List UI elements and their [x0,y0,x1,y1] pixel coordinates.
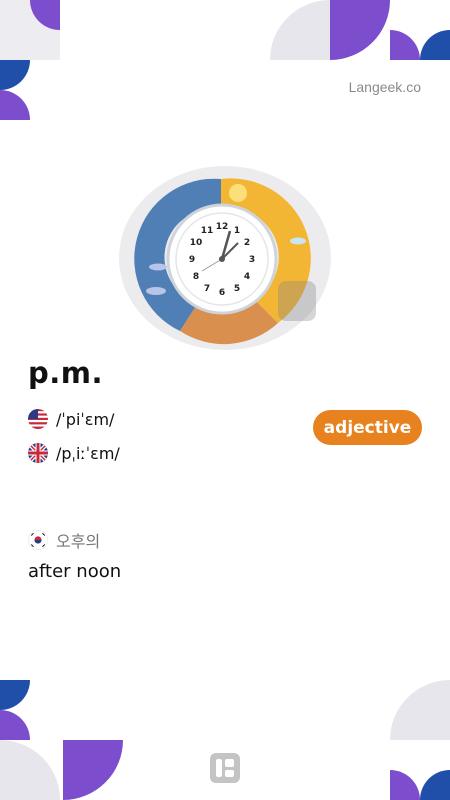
svg-text:4: 4 [244,272,250,282]
svg-text:11: 11 [201,226,214,236]
langeek-logo-icon [210,753,240,783]
pronunciation-uk[interactable]: /pˌiːˈɛm/ [28,443,120,463]
svg-text:8: 8 [193,272,199,282]
svg-text:5: 5 [234,284,240,294]
svg-text:12: 12 [216,222,229,232]
korean-flag-icon [28,530,48,550]
svg-text:9: 9 [189,255,195,265]
pronunciation-us[interactable]: /ˈpiˈɛm/ [28,409,114,429]
svg-text:2: 2 [244,238,250,248]
site-label: Langeek.co [348,79,421,95]
corner-decoration-bottom-right [390,680,450,800]
svg-text:7: 7 [204,284,210,294]
uk-flag-icon [28,443,48,463]
pronunciation-uk-ipa: /pˌiːˈɛm/ [56,443,120,463]
definition-text: after noon [28,561,122,582]
us-flag-icon [28,409,48,429]
part-of-speech-badge: adjective [313,410,422,445]
entry-word: p.m. [28,356,104,390]
svg-text:3: 3 [249,255,255,265]
translation-row: 오후의 [28,528,100,552]
corner-decoration-top-left [0,0,60,120]
svg-text:10: 10 [190,238,203,248]
corner-decoration-bottom-left [0,680,123,800]
translation-text: 오후의 [56,532,101,551]
corner-decoration-top-right [270,0,450,60]
svg-text:6: 6 [219,288,225,298]
pronunciation-us-ipa: /ˈpiˈɛm/ [56,409,115,429]
clock-illustration: 12 1 2 3 4 5 6 7 8 9 10 11 [119,166,331,350]
svg-text:1: 1 [234,226,240,236]
